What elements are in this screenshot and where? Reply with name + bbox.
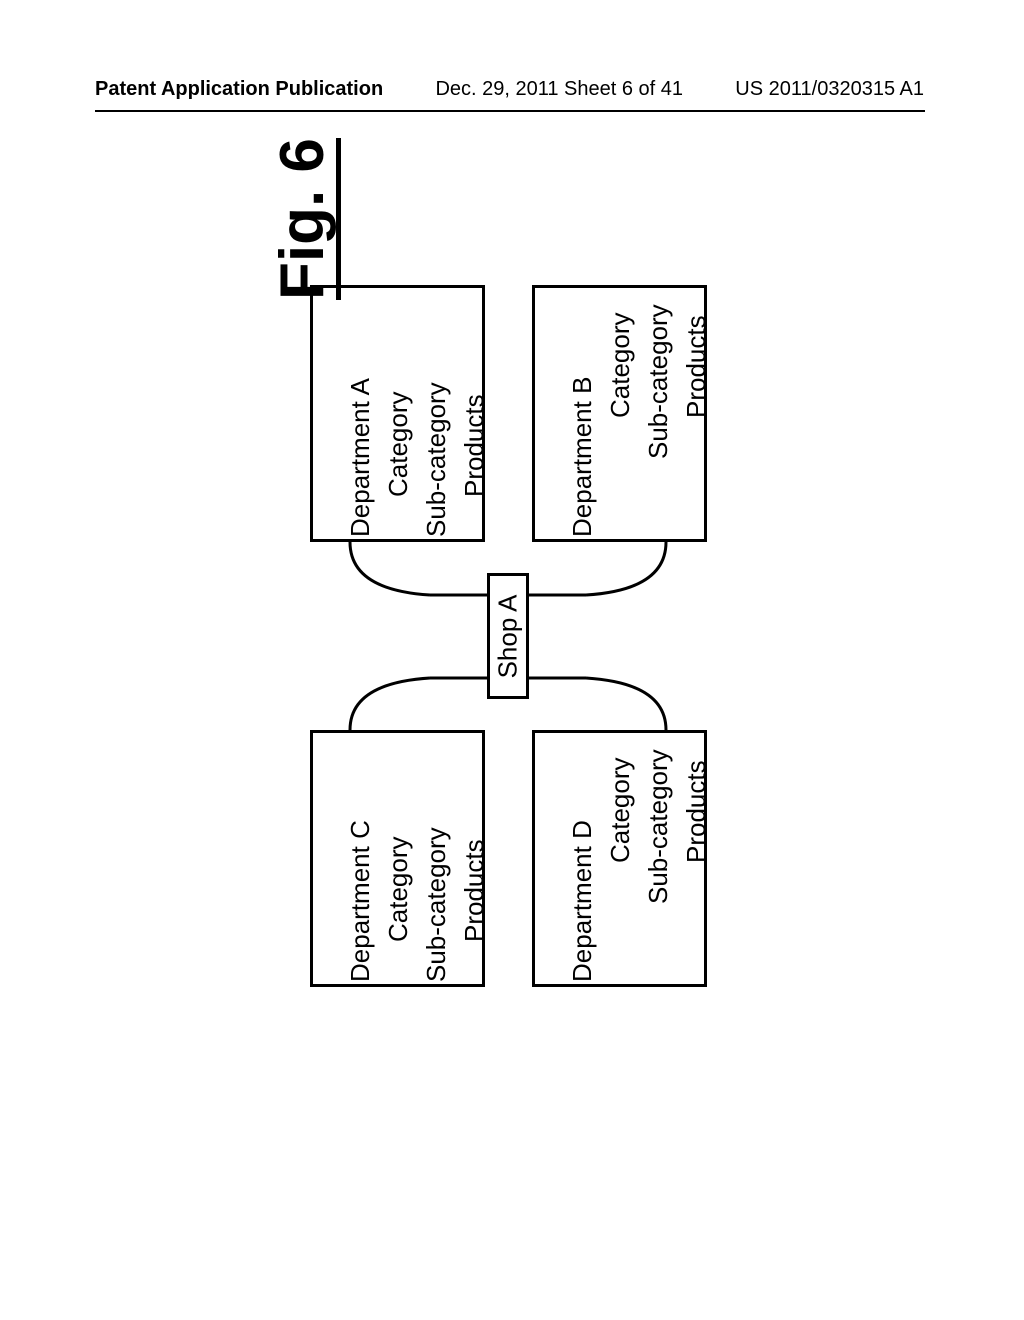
shop-label: Shop A: [493, 594, 524, 678]
dept-d-subcategory: Sub-category: [645, 749, 671, 904]
dept-b-subcategory: Sub-category: [645, 304, 671, 459]
dept-b-products: Products: [683, 315, 709, 418]
page-header: Patent Application Publication Dec. 29, …: [0, 78, 1024, 101]
dept-d-category: Category: [607, 758, 633, 864]
header-rule: [95, 110, 925, 112]
figure-label: Fig. 6: [272, 138, 341, 300]
header-pub-number: US 2011/0320315 A1: [735, 78, 924, 101]
department-a-box: Department A Category Sub-category Produ…: [310, 285, 485, 542]
header-date-sheet: Dec. 29, 2011 Sheet 6 of 41: [435, 78, 683, 101]
dept-c-products: Products: [461, 839, 487, 942]
dept-c-category: Category: [385, 837, 411, 943]
dept-a-title: Department A: [347, 378, 373, 537]
dept-c-title: Department C: [347, 820, 373, 982]
dept-a-subcategory: Sub-category: [423, 382, 449, 537]
department-c-box: Department C Category Sub-category Produ…: [310, 730, 485, 987]
department-d-box: Department D Category Sub-category Produ…: [532, 730, 707, 987]
dept-b-category: Category: [607, 313, 633, 419]
dept-d-products: Products: [683, 760, 709, 863]
dept-d-title: Department D: [569, 820, 595, 982]
dept-c-subcategory: Sub-category: [423, 827, 449, 982]
dept-b-title: Department B: [569, 377, 595, 537]
shop-box: Shop A: [487, 573, 529, 699]
department-b-box: Department B Category Sub-category Produ…: [532, 285, 707, 542]
dept-a-category: Category: [385, 392, 411, 498]
dept-a-products: Products: [461, 394, 487, 497]
header-publication: Patent Application Publication: [95, 78, 383, 101]
